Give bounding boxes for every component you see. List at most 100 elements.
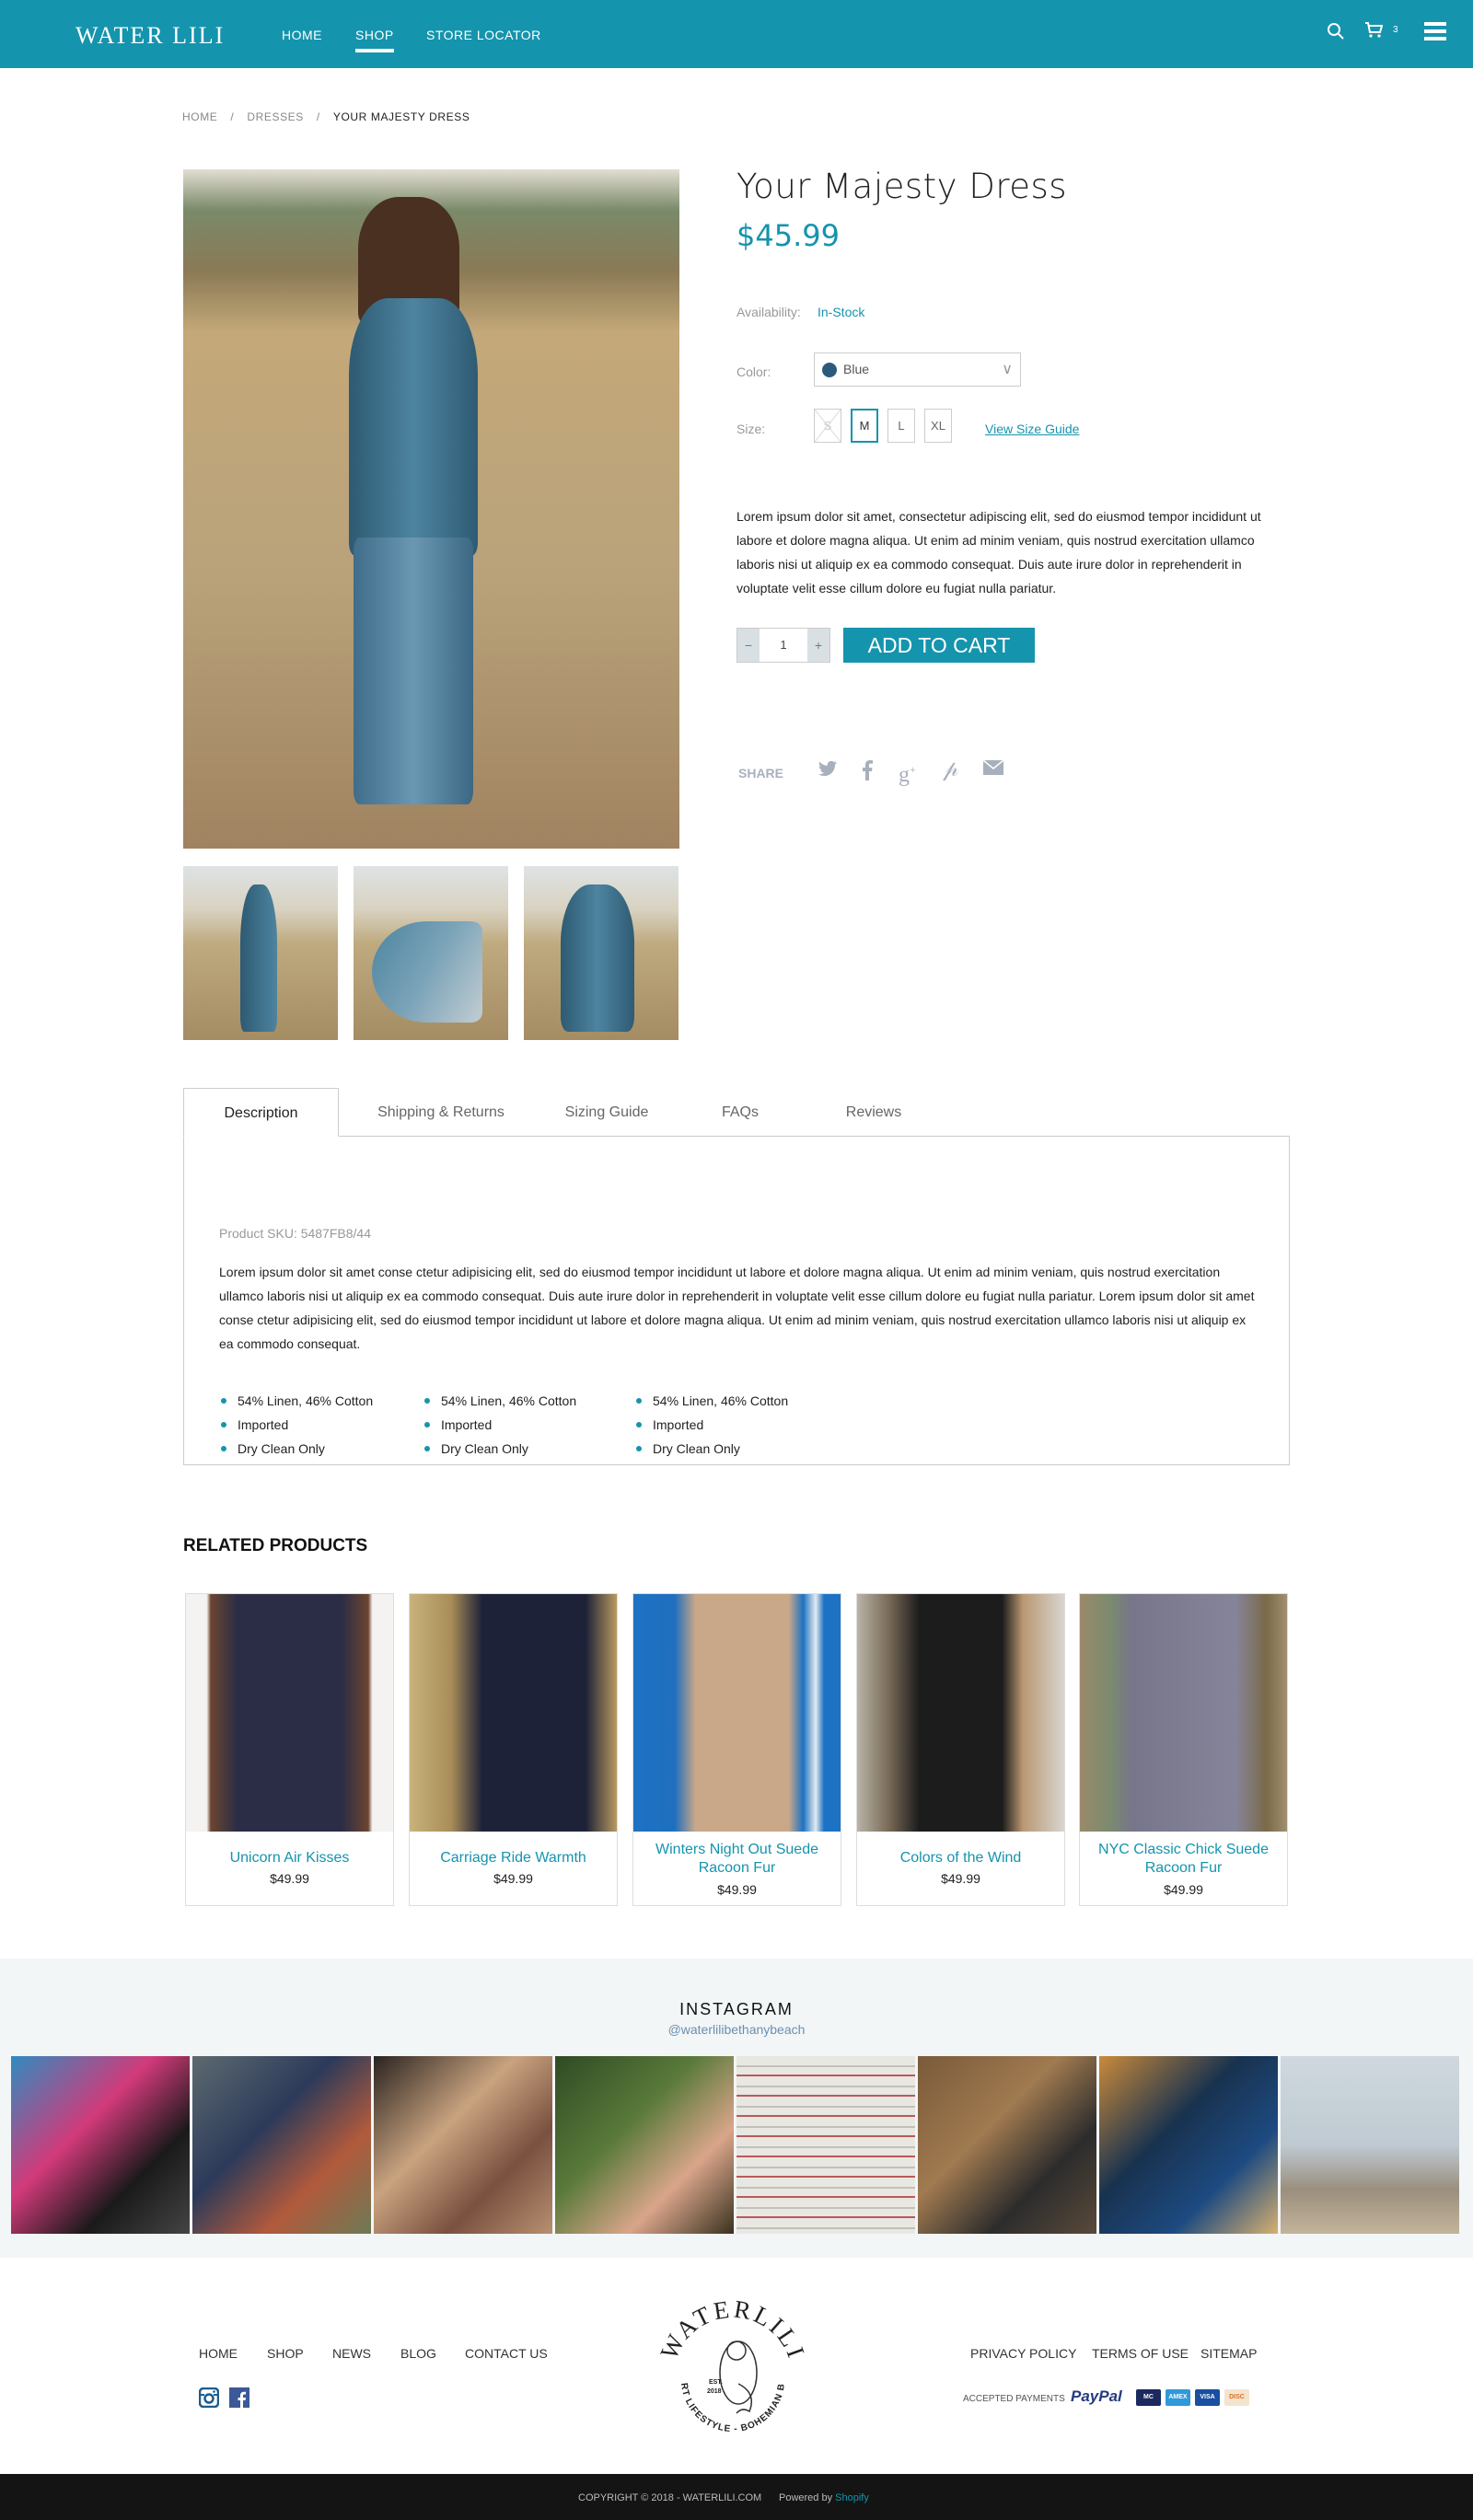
instagram-photo[interactable] [1281, 2056, 1459, 2234]
instagram-icon[interactable] [198, 2387, 220, 2412]
product-sku: Product SKU: 5487FB8/44 [219, 1226, 371, 1241]
search-icon[interactable] [1327, 22, 1345, 45]
footer-link-blog[interactable]: BLOG [400, 2346, 436, 2361]
instagram-photo[interactable] [374, 2056, 552, 2234]
product-price: $45.99 [736, 218, 840, 253]
google-plus-icon[interactable]: g+ [899, 760, 921, 786]
quantity-decrease-button[interactable]: − [737, 629, 760, 662]
product-card-image[interactable] [410, 1594, 617, 1832]
facebook-icon[interactable] [229, 2387, 249, 2412]
shopify-link[interactable]: Shopify [835, 2492, 869, 2503]
spec-item: Imported [423, 1413, 576, 1437]
site-header: WATER LILI HOME SHOP STORE LOCATOR 3 [0, 0, 1473, 68]
site-logo[interactable]: WATER LILI [75, 22, 225, 50]
size-option-xl[interactable]: XL [924, 409, 952, 443]
product-card-name[interactable]: Unicorn Air Kisses [191, 1849, 388, 1867]
spec-item: 54% Linen, 46% Cotton [634, 1389, 788, 1413]
footer-link-news[interactable]: NEWS [332, 2346, 371, 2361]
add-to-cart-button[interactable]: ADD TO CART [843, 628, 1035, 663]
instagram-photo[interactable] [555, 2056, 734, 2234]
product-tabs: Description Shipping & Returns Sizing Gu… [183, 1088, 1290, 1465]
footer-link-home[interactable]: HOME [199, 2346, 238, 2361]
instagram-handle-link[interactable]: @waterlilibethanybeach [0, 2022, 1473, 2037]
powered-by: Powered by Shopify [779, 2492, 869, 2503]
footer-brand-logo[interactable]: WATERLILI RESORT LIFESTYLE - BOHEMIAN BE… [650, 2284, 812, 2450]
product-card[interactable]: NYC Classic Chick Suede Racoon Fur $49.9… [1079, 1593, 1288, 1906]
size-option-s[interactable]: S [814, 409, 841, 443]
tab-description-text: Lorem ipsum dolor sit amet conse ctetur … [219, 1265, 1255, 1351]
logo-wordmark: WATERLILI [655, 2295, 807, 2364]
cart-count: 3 [1393, 25, 1398, 35]
nav-home[interactable]: HOME [282, 28, 322, 42]
product-thumbnail-1[interactable] [183, 866, 338, 1040]
instagram-photo[interactable] [918, 2056, 1096, 2234]
tab-shipping-returns[interactable]: Shipping & Returns [358, 1088, 524, 1137]
instagram-photo[interactable] [192, 2056, 371, 2234]
share-label: SHARE [738, 766, 784, 780]
product-title: Your Majesty Dress [736, 167, 1068, 206]
footer-link-sitemap[interactable]: SITEMAP [1200, 2346, 1257, 2361]
powered-by-label: Powered by [779, 2492, 833, 2503]
visa-icon: VISA [1195, 2389, 1220, 2406]
paypal-icon: PayPal [1071, 2387, 1122, 2405]
tab-reviews[interactable]: Reviews [818, 1088, 929, 1137]
product-card-name[interactable]: Winters Night Out Suede Racoon Fur [639, 1841, 835, 1878]
product-card[interactable]: Winters Night Out Suede Racoon Fur $49.9… [632, 1593, 841, 1906]
product-thumbnail-3[interactable] [524, 866, 679, 1040]
product-card-image[interactable] [1080, 1594, 1287, 1832]
product-card-price: $49.99 [1164, 1882, 1203, 1897]
discover-icon: DISC [1224, 2389, 1249, 2406]
spec-item: Dry Clean Only [219, 1437, 373, 1461]
product-thumbnail-2[interactable] [354, 866, 508, 1040]
quantity-stepper: − 1 + [736, 628, 830, 663]
breadcrumb-home[interactable]: HOME [182, 110, 217, 123]
product-card-price: $49.99 [717, 1882, 757, 1897]
tab-faqs[interactable]: FAQs [690, 1088, 791, 1137]
product-card[interactable]: Carriage Ride Warmth $49.99 [409, 1593, 618, 1906]
quantity-input[interactable]: 1 [760, 629, 807, 662]
cart-icon[interactable] [1364, 22, 1384, 43]
footer-link-terms-of-use[interactable]: TERMS OF USE [1092, 2346, 1189, 2361]
instagram-heading: INSTAGRAM [679, 2000, 794, 2018]
size-option-m[interactable]: M [851, 409, 878, 443]
tab-sizing-guide[interactable]: Sizing Guide [542, 1088, 671, 1137]
breadcrumb-separator: / [230, 110, 235, 123]
instagram-photo[interactable] [736, 2056, 915, 2234]
instagram-photo[interactable] [11, 2056, 190, 2234]
facebook-icon[interactable] [862, 760, 884, 782]
spec-item: Imported [219, 1413, 373, 1437]
product-card-price: $49.99 [493, 1871, 533, 1886]
breadcrumb: HOME / DRESSES / YOUR MAJESTY DRESS [182, 110, 470, 123]
menu-icon[interactable] [1424, 22, 1446, 45]
color-select[interactable]: Blue ∨ [814, 353, 1021, 387]
copyright-text: COPYRIGHT © 2018 - WATERLILI.COM [578, 2492, 762, 2503]
breadcrumb-dresses[interactable]: DRESSES [247, 110, 304, 123]
product-description: Lorem ipsum dolor sit amet, consectetur … [736, 509, 1261, 595]
product-card[interactable]: Colors of the Wind $49.99 [856, 1593, 1065, 1906]
size-label: Size: [736, 422, 766, 436]
view-size-guide-link[interactable]: View Size Guide [985, 422, 1079, 436]
quantity-increase-button[interactable]: + [807, 629, 829, 662]
product-card-name[interactable]: Colors of the Wind [863, 1849, 1059, 1867]
availability-value: In-Stock [818, 305, 865, 319]
product-card-image[interactable] [857, 1594, 1064, 1832]
product-card-name[interactable]: NYC Classic Chick Suede Racoon Fur [1085, 1841, 1282, 1878]
logo-est: EST. [709, 2379, 723, 2386]
size-option-l[interactable]: L [887, 409, 915, 443]
tab-description[interactable]: Description [183, 1088, 339, 1137]
email-icon[interactable] [982, 759, 1005, 782]
footer-link-contact-us[interactable]: CONTACT US [465, 2346, 548, 2361]
footer-link-shop[interactable]: SHOP [267, 2346, 304, 2361]
breadcrumb-separator: / [316, 110, 320, 123]
product-card-name[interactable]: Carriage Ride Warmth [415, 1849, 611, 1867]
nav-shop[interactable]: SHOP [355, 28, 394, 52]
twitter-icon[interactable] [818, 760, 840, 782]
instagram-photo[interactable] [1099, 2056, 1278, 2234]
product-card[interactable]: Unicorn Air Kisses $49.99 [185, 1593, 394, 1906]
product-main-image[interactable] [183, 169, 679, 849]
nav-store-locator[interactable]: STORE LOCATOR [426, 28, 541, 42]
footer-link-privacy-policy[interactable]: PRIVACY POLICY [970, 2346, 1076, 2361]
pinterest-icon[interactable]: 𝓅 [943, 758, 965, 782]
product-card-image[interactable] [186, 1594, 393, 1832]
product-card-image[interactable] [633, 1594, 841, 1832]
